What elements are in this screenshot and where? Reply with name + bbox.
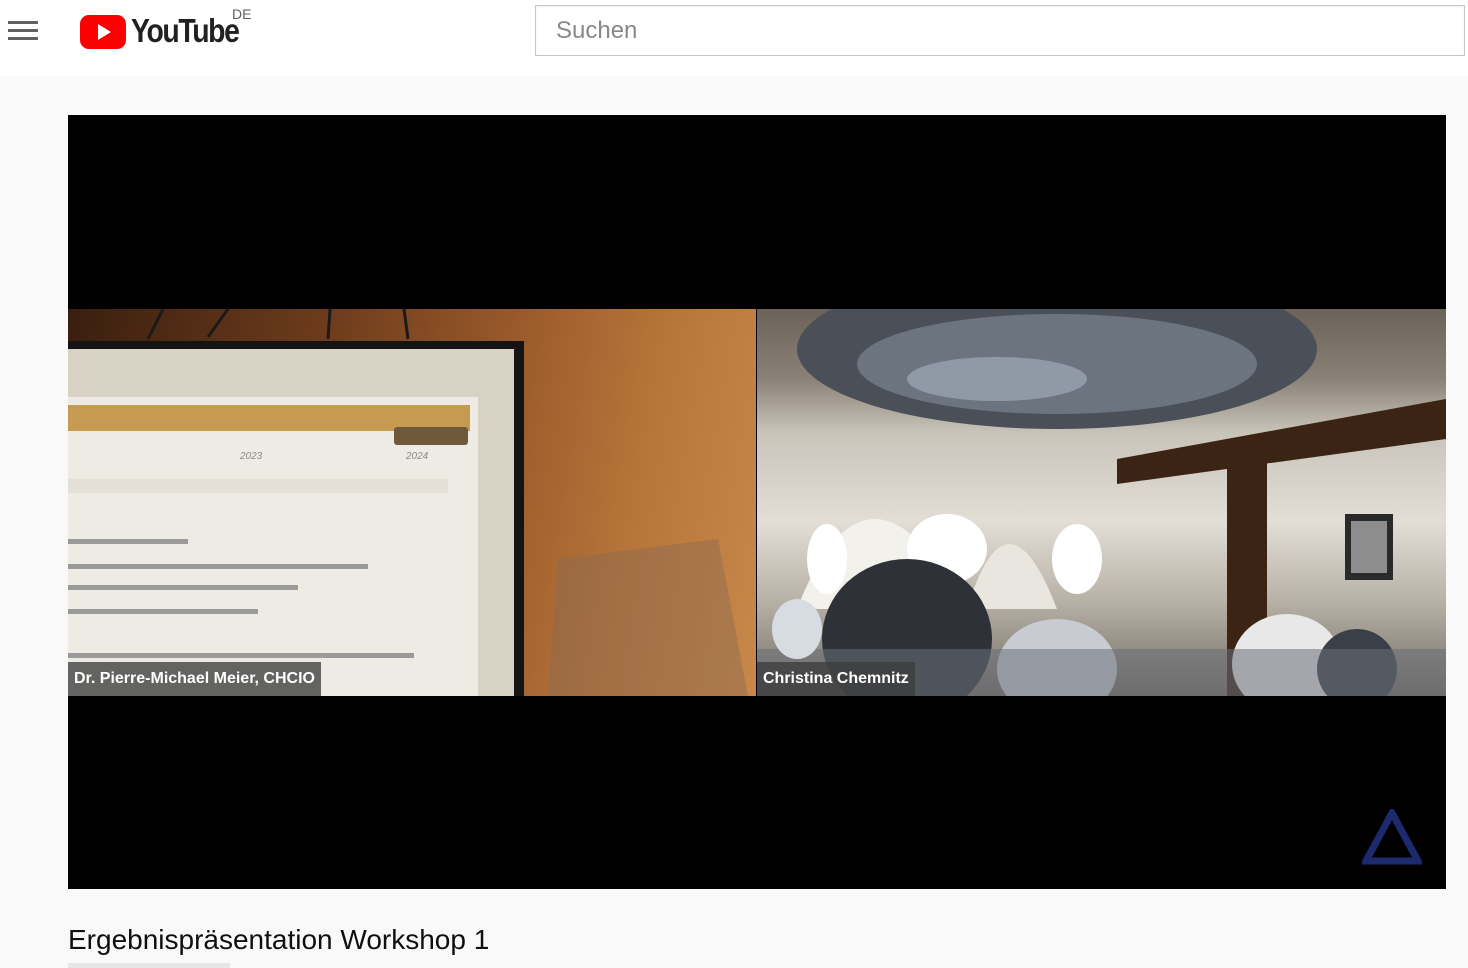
search-box [535,5,1465,56]
slide-year-2023: 2023 [239,451,263,462]
video-title: Ergebnispräsentation Workshop 1 [68,924,490,955]
participant-tile-right: Christina Chemnitz [757,309,1446,696]
country-code: DE [232,6,252,22]
hamburger-menu-icon[interactable] [8,19,38,43]
youtube-play-icon [80,15,126,49]
search-input[interactable] [536,6,1464,55]
masthead: YouTube DE [0,0,1468,76]
logo-text: YouTube [131,12,240,49]
slide-video-frame: 2023 2024 [68,309,748,696]
triangle-logo-icon [1362,809,1422,865]
participant-tile-left: 2023 2024 Dr. Pierre-Michael Meier, CHCI… [68,309,756,696]
participant-name-label: Christina Chemnitz [757,662,915,696]
title-divider [68,963,230,968]
slide-year-2024: 2024 [405,451,429,462]
video-player[interactable]: 2023 2024 Dr. Pierre-Michael Meier, CHCI… [68,115,1446,889]
hall-video-frame [757,309,1446,696]
participant-name-label: Dr. Pierre-Michael Meier, CHCIO [68,662,321,696]
